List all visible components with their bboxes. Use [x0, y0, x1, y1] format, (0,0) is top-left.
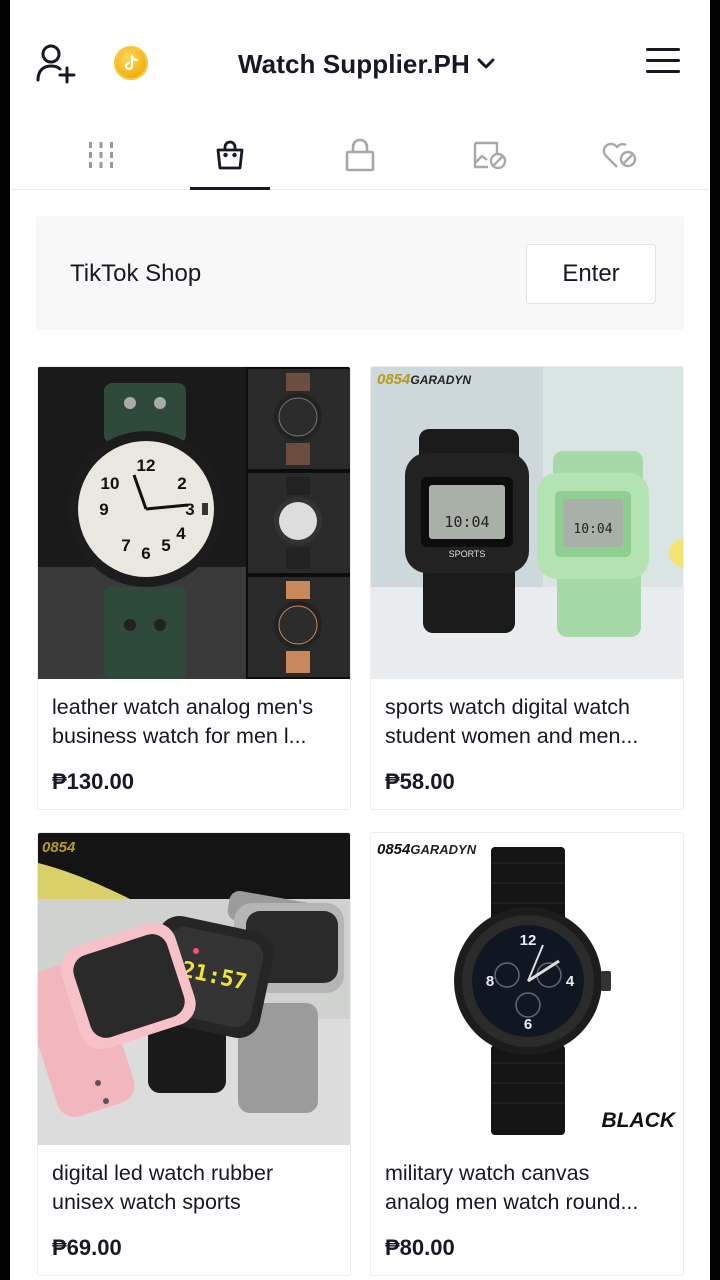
tab-reposts[interactable]: [425, 120, 555, 190]
product-image: 12 6 3 9 2 10 7 5 4: [38, 367, 350, 679]
product-image: 12 6 4 8 0854GARADYN BLACK: [371, 833, 683, 1145]
product-card[interactable]: 12 6 4 8 0854GARADYN BLACK military watch …: [370, 832, 684, 1276]
svg-text:SPORTS: SPORTS: [449, 549, 486, 559]
svg-text:12: 12: [520, 932, 537, 949]
svg-text:5: 5: [161, 536, 170, 555]
color-variant-label: BLACK: [601, 1109, 676, 1132]
tab-private[interactable]: [295, 120, 425, 190]
tiktok-shop-banner: TikTok Shop Enter: [36, 216, 684, 330]
product-name: digital led watch rubber unisex watch sp…: [52, 1161, 274, 1214]
product-name: military watch canvas analog men watch r…: [385, 1161, 639, 1214]
product-image: 10:04 SPORTS 10:04 0854GARADYN: [371, 367, 683, 679]
svg-text:2: 2: [177, 474, 186, 493]
svg-text:9: 9: [99, 500, 108, 519]
product-card[interactable]: 12 6 3 9 2 10 7 5 4 leather watch analog m…: [37, 366, 351, 810]
account-name: Watch Supplier.PH: [238, 48, 470, 79]
brand-watermark: 0854GARADYN: [377, 371, 472, 388]
svg-text:10:04: 10:04: [444, 513, 489, 531]
product-price: ₱130.00: [52, 769, 134, 794]
product-name: leather watch analog men's business watc…: [52, 695, 314, 748]
coin-icon[interactable]: [114, 46, 148, 80]
product-price: ₱58.00: [385, 769, 455, 794]
svg-text:6: 6: [141, 544, 150, 563]
profile-header: Watch Supplier.PH: [10, 0, 710, 120]
repost-hidden-icon: [473, 141, 507, 170]
account-switcher[interactable]: Watch Supplier.PH: [238, 44, 496, 84]
brand-watermark: 0854: [42, 839, 76, 856]
svg-text:3: 3: [185, 500, 194, 519]
shopping-bag-icon: [216, 140, 244, 170]
product-price: ₱69.00: [52, 1235, 122, 1260]
menu-icon[interactable]: [646, 48, 680, 78]
enter-shop-button[interactable]: Enter: [526, 244, 656, 304]
svg-text:4: 4: [566, 973, 575, 990]
product-name: sports watch digital watch student women…: [385, 695, 639, 748]
chevron-down-icon: [477, 58, 495, 69]
tab-videos[interactable]: [36, 120, 166, 190]
tab-liked[interactable]: [555, 120, 685, 190]
svg-text:7: 7: [121, 536, 130, 555]
lock-icon: [345, 138, 375, 172]
product-card[interactable]: 10:04 SPORTS 10:04 0854GARADYN sports wa…: [370, 366, 684, 810]
product-price: ₱80.00: [385, 1235, 455, 1260]
add-friend-icon[interactable]: [35, 42, 77, 84]
shop-label: TikTok Shop: [70, 260, 202, 287]
profile-screen: Watch Supplier.PH TikTok Shop Enter 12 6…: [10, 0, 710, 1280]
grid-icon: [89, 142, 113, 168]
brand-watermark: 0854GARADYN: [377, 841, 477, 858]
svg-text:6: 6: [524, 1016, 532, 1033]
liked-hidden-icon: [602, 142, 637, 168]
product-card[interactable]: 21:57 0854 digital led watch rubber unis…: [37, 832, 351, 1276]
svg-text:8: 8: [486, 973, 494, 990]
svg-text:12: 12: [137, 456, 156, 475]
svg-text:10:04: 10:04: [573, 522, 612, 537]
tab-shop[interactable]: [190, 120, 270, 190]
svg-text:10: 10: [101, 474, 120, 493]
svg-text:4: 4: [176, 524, 186, 543]
profile-tabs: [10, 120, 710, 190]
product-image: 21:57 0854: [38, 833, 350, 1145]
